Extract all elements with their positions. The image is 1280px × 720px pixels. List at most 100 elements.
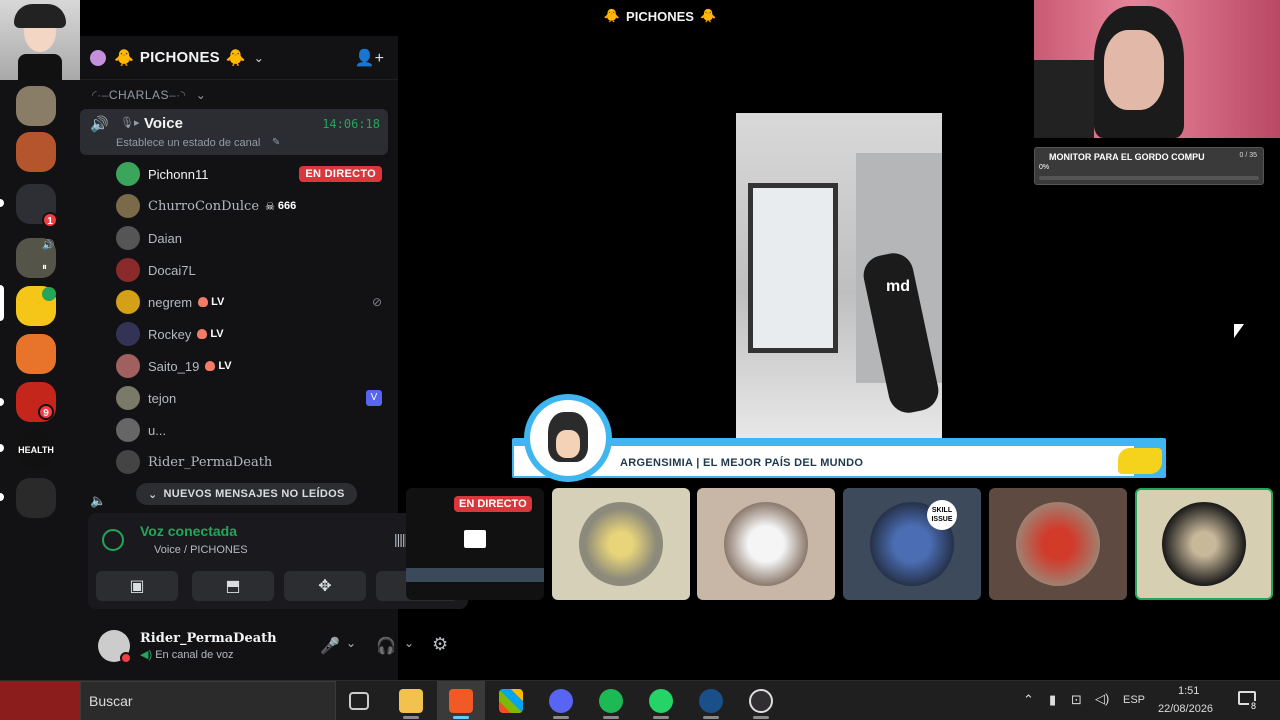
new-unread-messages-button[interactable]: ⌄ NUEVOS MENSAJES NO LEÍDOS xyxy=(136,483,357,505)
participant-tile[interactable] xyxy=(697,488,835,600)
category-header[interactable]: ◜·‒CHARLAS‒·◝ ⌄ xyxy=(92,88,206,102)
skull-icon: ☠ xyxy=(265,200,275,213)
stream-video[interactable]: md xyxy=(736,113,942,439)
channel-status-input[interactable]: Establece un estado de canal xyxy=(116,137,260,149)
voice-member-row[interactable]: Saito_19 LV xyxy=(116,352,382,380)
member-name: Saito_19 xyxy=(148,358,200,374)
member-tag-text: LV xyxy=(211,296,225,308)
member-name: Rockey xyxy=(148,326,192,342)
voice-member-row[interactable]: Rider_PermaDeath xyxy=(116,448,382,476)
user-status: En canal de voz xyxy=(155,649,234,661)
username[interactable]: Rider_PermaDeath xyxy=(140,631,277,646)
avatar xyxy=(116,322,140,346)
voice-member-row[interactable]: Rockey LV xyxy=(116,320,382,348)
clock-time[interactable]: 1:51 xyxy=(1178,685,1199,697)
activities-button[interactable]: ✥ xyxy=(284,571,366,601)
streamer-webcam xyxy=(1034,0,1280,138)
participant-tiles: EN DIRECTO SKILL ISSUE xyxy=(406,488,1273,600)
participant-tile[interactable]: SKILL ISSUE xyxy=(843,488,981,600)
server-icon[interactable] xyxy=(16,86,56,126)
voice-member-row[interactable]: u... xyxy=(116,416,382,444)
microsoft-store-icon[interactable] xyxy=(499,689,523,713)
overlay-banner: ARGENSIMIA | EL MEJOR PAÍS DEL MUNDO xyxy=(512,394,1166,482)
search-box[interactable]: Buscar xyxy=(80,681,336,720)
speaker-icon: 🔈 xyxy=(90,493,107,508)
toggle-camera-button[interactable]: ▣ xyxy=(96,571,178,601)
gear-icon[interactable]: ⚙ xyxy=(432,634,448,655)
invite-people-icon[interactable]: 👤+ xyxy=(355,48,384,68)
member-tag-text: 666 xyxy=(277,200,297,212)
voice-location[interactable]: Voice / PICHONES xyxy=(154,544,248,556)
server-indicator xyxy=(0,398,4,406)
member-name: negrem xyxy=(148,294,193,310)
voice-member-row[interactable]: negrem LV ⊘ xyxy=(116,288,382,316)
category-label: CHARLAS xyxy=(108,88,170,102)
member-name: Docai7L xyxy=(148,262,196,278)
server-icon[interactable] xyxy=(16,334,56,374)
participant-tile-live[interactable]: EN DIRECTO xyxy=(406,488,544,600)
server-health-icon[interactable]: HEALTH xyxy=(16,430,56,470)
windows-taskbar: Buscar ⌃ ▮ ⊡ ◁) ESP 1:51 22/08/2026 8 xyxy=(0,680,1280,720)
discord-icon[interactable] xyxy=(549,689,573,713)
microphone-icon[interactable]: ▮ xyxy=(1049,692,1056,708)
voice-member-row[interactable]: tejon V xyxy=(116,384,382,412)
clock-date[interactable]: 22/08/2026 xyxy=(1158,703,1213,715)
voice-member-row[interactable]: ChurroConDulce ☠ 666 xyxy=(116,192,382,220)
status-dot xyxy=(120,652,132,664)
speaker-icon: ◀) xyxy=(140,649,153,661)
app-running-indicator xyxy=(603,716,619,719)
voice-member-row[interactable]: Docai7L xyxy=(116,256,382,284)
server-header[interactable]: 🐥 PICHONES 🐥 ⌄ 👤+ xyxy=(80,36,398,80)
taskbar-widget-thumbnail[interactable] xyxy=(0,681,80,720)
share-screen-button[interactable]: ⬒ xyxy=(192,571,274,601)
channel-sidebar: 🐥 PICHONES 🐥 ⌄ 👤+ ◜·‒CHARLAS‒·◝ ⌄ 🔊 🎙▸ V… xyxy=(80,36,468,680)
avatar xyxy=(116,354,140,378)
member-name: u... xyxy=(148,422,167,438)
participant-tile[interactable] xyxy=(989,488,1127,600)
screen-share-icon: ⬒ xyxy=(225,578,241,595)
camera-off-icon: ▣ xyxy=(129,578,145,595)
voice-member-row[interactable]: Pichonn11 EN DIRECTO xyxy=(116,160,382,188)
whatsapp-icon[interactable] xyxy=(649,689,673,713)
member-tag: LV xyxy=(198,296,224,308)
brave-browser-icon[interactable] xyxy=(449,689,473,713)
server-icon[interactable] xyxy=(16,132,56,172)
rail-server-header-icon xyxy=(90,50,106,66)
chevron-down-icon: ⌄ xyxy=(195,88,207,102)
participant-tile[interactable] xyxy=(552,488,690,600)
microphone-icon[interactable]: 🎤 xyxy=(320,636,340,656)
participant-tile-speaking[interactable] xyxy=(1135,488,1273,600)
fire-icon xyxy=(205,361,216,371)
chevron-up-icon[interactable]: ⌃ xyxy=(1023,692,1034,708)
network-icon[interactable]: ⊡ xyxy=(1071,692,1082,708)
voice-member-row[interactable]: Daian xyxy=(116,224,382,252)
speaker-icon: 🔊 xyxy=(90,116,109,133)
live-badge: EN DIRECTO xyxy=(299,166,382,182)
avatar xyxy=(116,258,140,282)
avatar[interactable] xyxy=(98,630,132,664)
avatar xyxy=(116,194,140,218)
notification-count: 8 xyxy=(1249,701,1259,711)
avatar xyxy=(116,226,140,250)
steam-icon[interactable] xyxy=(699,689,723,713)
volume-icon[interactable]: ◁) xyxy=(1095,691,1109,707)
obs-icon[interactable] xyxy=(749,689,773,713)
voice-status[interactable]: Voz conectada xyxy=(140,523,237,539)
file-explorer-icon[interactable] xyxy=(399,689,423,713)
member-name: Rider_PermaDeath xyxy=(148,454,273,470)
headphones-icon[interactable]: 🎧 xyxy=(376,636,396,656)
chevron-down-icon[interactable]: ⌄ xyxy=(346,636,356,650)
chevron-down-icon[interactable]: ⌄ xyxy=(404,636,414,650)
server-doom-icon[interactable] xyxy=(16,478,56,518)
voice-channel-voice[interactable]: 🔊 🎙▸ Voice 14:06:18 Establece un estado … xyxy=(80,109,388,155)
screen-share-icon xyxy=(464,530,486,548)
participant-avatar xyxy=(1016,502,1100,586)
goal-progress: 0 / 35 xyxy=(1239,152,1257,159)
member-tag: ☠ 666 xyxy=(265,200,296,213)
chevron-down-icon: ⌄ xyxy=(148,488,158,501)
language-indicator[interactable]: ESP xyxy=(1123,694,1145,706)
banner-avatar xyxy=(524,394,612,482)
spotify-icon[interactable] xyxy=(599,689,623,713)
fire-icon xyxy=(197,329,208,339)
task-view-icon[interactable] xyxy=(349,692,369,710)
